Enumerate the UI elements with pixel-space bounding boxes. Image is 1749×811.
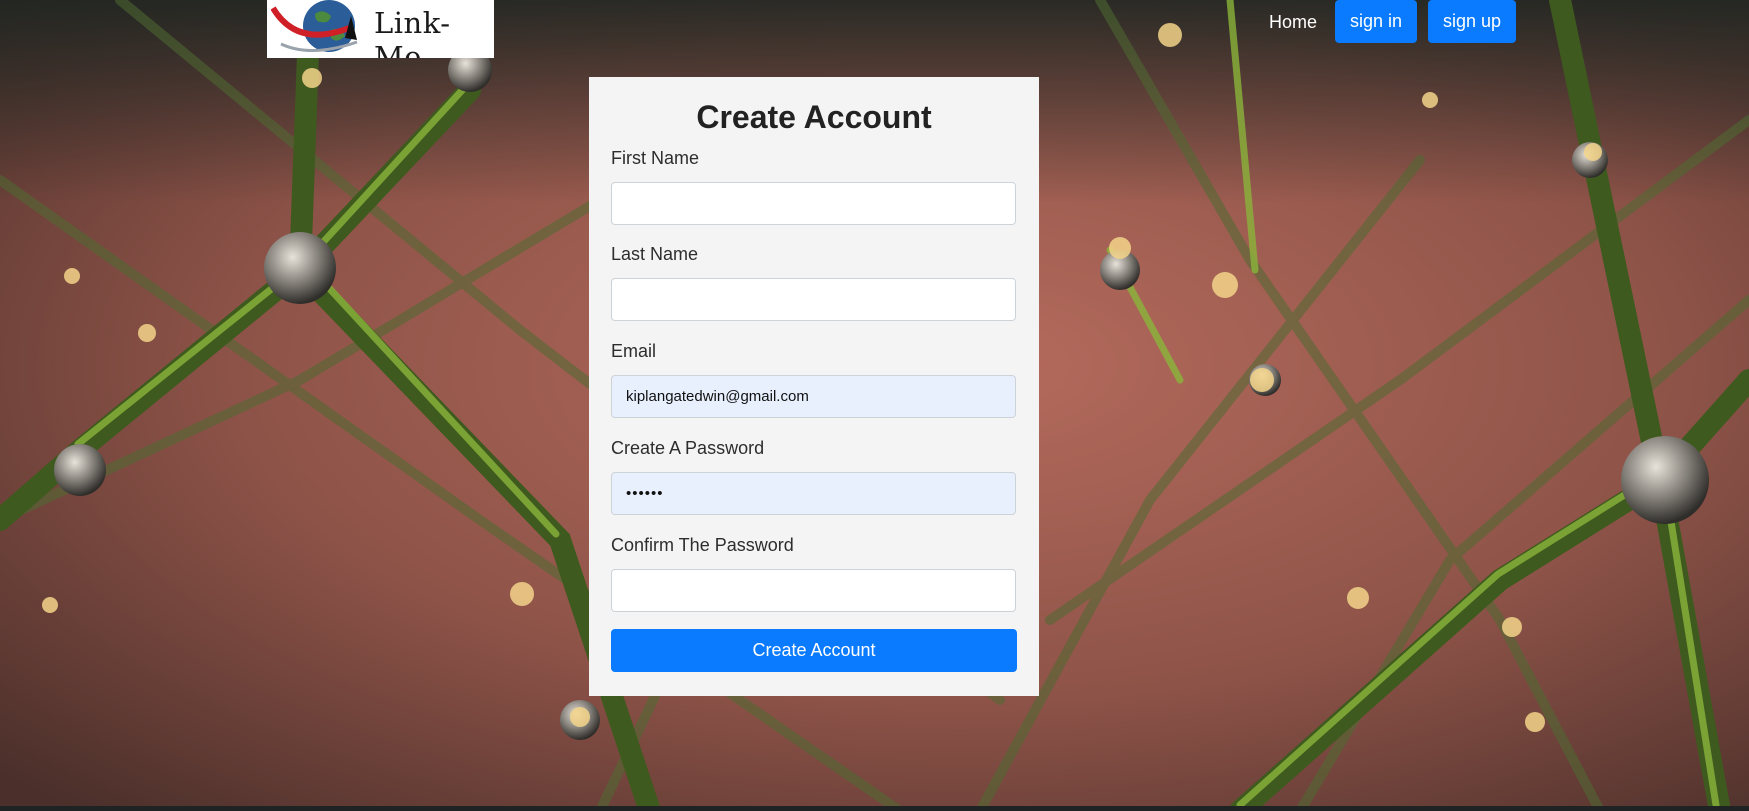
globe-logo-icon — [271, 0, 358, 53]
sign-up-button[interactable]: sign up — [1428, 0, 1516, 43]
form-title: Create Account — [696, 99, 932, 135]
bottom-edge — [0, 806, 1749, 811]
sign-in-button[interactable]: sign in — [1335, 0, 1417, 43]
last-name-input[interactable] — [611, 278, 1016, 321]
first-name-label: First Name — [611, 148, 700, 168]
email-label: Email — [611, 341, 657, 361]
password-label: Create A Password — [611, 438, 765, 458]
nav-home-link[interactable]: Home — [1269, 12, 1317, 33]
confirm-password-label: Confirm The Password — [611, 535, 794, 555]
email-input[interactable] — [611, 375, 1016, 418]
signup-page: Link-Me Home sign in sign up Create Acco… — [0, 0, 1749, 811]
create-account-form: Create Account First Name Last Name Emai… — [589, 77, 1039, 696]
first-name-input[interactable] — [611, 182, 1016, 225]
create-account-button[interactable]: Create Account — [611, 629, 1017, 672]
password-input[interactable] — [611, 472, 1016, 515]
logo[interactable]: Link-Me — [267, 0, 494, 58]
logo-text: Link-Me — [374, 6, 451, 58]
last-name-label: Last Name — [611, 244, 699, 264]
confirm-password-input[interactable] — [611, 569, 1016, 612]
